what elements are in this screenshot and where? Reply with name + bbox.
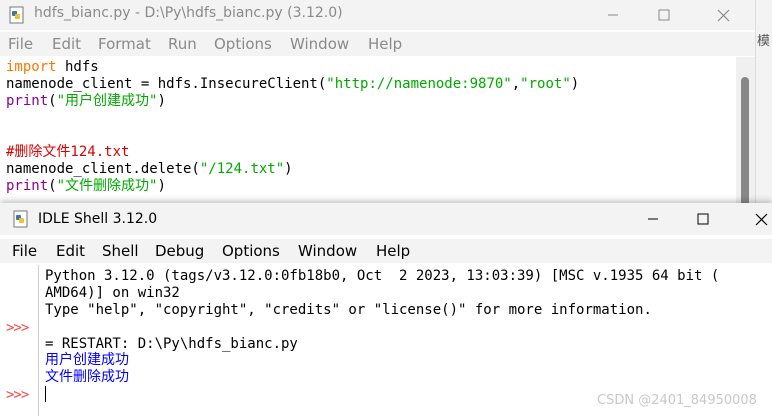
editor-scrollbar[interactable] bbox=[736, 57, 755, 210]
editor-window: hdfs_bianc.py - D:\Py\hdfs_bianc.py (3.1… bbox=[0, 0, 755, 210]
close-icon bbox=[717, 9, 729, 21]
output-line: 用户创建成功 bbox=[45, 352, 129, 368]
prompt-gutter: >>> >>> bbox=[0, 265, 39, 416]
string-token: "http://namenode:9870" bbox=[326, 76, 512, 92]
shell-window: IDLE Shell 3.12.0 File Edit Shell Debug … bbox=[0, 203, 772, 416]
string-token: "文件删除成功" bbox=[56, 178, 158, 194]
editor-titlebar[interactable]: hdfs_bianc.py - D:\Py\hdfs_bianc.py (3.1… bbox=[0, 0, 755, 30]
shell-menubar: File Edit Shell Debug Options Window Hel… bbox=[0, 239, 772, 263]
code-line: print("文件删除成功") bbox=[6, 178, 166, 195]
maximize-button[interactable] bbox=[641, 0, 687, 30]
scrollbar-thumb[interactable] bbox=[741, 77, 749, 207]
shell-titlebar[interactable]: IDLE Shell 3.12.0 bbox=[0, 203, 772, 235]
code-token: ) bbox=[157, 178, 166, 194]
string-token: "用户创建成功" bbox=[56, 93, 158, 109]
menu-shell[interactable]: Shell bbox=[102, 242, 139, 260]
string-token: "root" bbox=[520, 76, 571, 92]
minimize-icon bbox=[648, 218, 658, 220]
minimize-button[interactable] bbox=[590, 0, 636, 30]
code-line: namenode_client = hdfs.InsecureClient("h… bbox=[6, 76, 579, 93]
code-token: ) bbox=[570, 76, 580, 92]
maximize-icon bbox=[697, 213, 709, 225]
comment-token: #删除文件124.txt bbox=[6, 144, 130, 160]
watermark: CSDN @2401_84950008 bbox=[597, 393, 757, 408]
code-line: #删除文件124.txt bbox=[6, 144, 129, 161]
code-token: ) bbox=[157, 93, 166, 109]
restart-line: = RESTART: D:\Py\hdfs_bianc.py bbox=[45, 336, 298, 352]
menu-options[interactable]: Options bbox=[214, 35, 272, 53]
menu-run[interactable]: Run bbox=[168, 35, 197, 53]
close-icon bbox=[755, 213, 767, 225]
menu-window[interactable]: Window bbox=[298, 242, 357, 260]
python-file-icon bbox=[9, 6, 24, 24]
builtin-token: print bbox=[6, 178, 49, 194]
builtin-token: print bbox=[6, 93, 49, 109]
code-token: ( bbox=[48, 93, 57, 109]
banner-line: AMD64)] on win32 bbox=[45, 285, 180, 301]
string-token: "/124.txt" bbox=[199, 161, 285, 177]
code-line: import hdfs bbox=[6, 59, 99, 76]
shell-title: IDLE Shell 3.12.0 bbox=[38, 211, 158, 227]
code-line: print("用户创建成功") bbox=[6, 93, 166, 110]
maximize-button[interactable] bbox=[680, 203, 726, 235]
banner-line: Type "help", "copyright", "credits" or "… bbox=[45, 302, 652, 318]
text-cursor bbox=[45, 386, 46, 402]
menu-help[interactable]: Help bbox=[376, 242, 410, 260]
menu-file[interactable]: File bbox=[8, 35, 33, 53]
menu-window[interactable]: Window bbox=[290, 35, 349, 53]
editor-menubar: File Edit Format Run Options Window Help bbox=[0, 32, 755, 56]
minimize-icon bbox=[608, 14, 618, 16]
code-token: , bbox=[511, 76, 521, 92]
background-window-edge: 模 bbox=[755, 0, 772, 210]
code-token: ( bbox=[48, 178, 57, 194]
code-line: namenode_client.delete("/124.txt") bbox=[6, 161, 293, 178]
banner-line: Python 3.12.0 (tags/v3.12.0:0fb18b0, Oct… bbox=[45, 268, 720, 284]
menu-edit[interactable]: Edit bbox=[56, 242, 85, 260]
menu-edit[interactable]: Edit bbox=[52, 35, 81, 53]
editor-title: hdfs_bianc.py - D:\Py\hdfs_bianc.py (3.1… bbox=[34, 5, 343, 21]
code-token: namenode_client.delete( bbox=[6, 161, 200, 177]
menu-format[interactable]: Format bbox=[98, 35, 151, 53]
menu-options[interactable]: Options bbox=[222, 242, 280, 260]
maximize-icon bbox=[658, 9, 670, 21]
keyword-token: import bbox=[6, 59, 57, 75]
code-token: namenode_client = hdfs.InsecureClient( bbox=[6, 76, 327, 92]
close-button[interactable] bbox=[738, 203, 772, 235]
code-token: hdfs bbox=[56, 59, 99, 75]
menu-file[interactable]: File bbox=[12, 242, 37, 260]
shell-prompt: >>> bbox=[6, 387, 29, 403]
side-glyph: 模 bbox=[757, 34, 771, 49]
minimize-button[interactable] bbox=[630, 203, 676, 235]
menu-help[interactable]: Help bbox=[368, 35, 402, 53]
code-editor[interactable]: import hdfs namenode_client = hdfs.Insec… bbox=[0, 57, 736, 210]
output-line: 文件删除成功 bbox=[45, 369, 129, 385]
idle-icon bbox=[13, 210, 28, 228]
code-token: ) bbox=[284, 161, 293, 177]
menu-debug[interactable]: Debug bbox=[155, 242, 204, 260]
close-button[interactable] bbox=[700, 0, 746, 30]
shell-prompt: >>> bbox=[6, 320, 29, 336]
